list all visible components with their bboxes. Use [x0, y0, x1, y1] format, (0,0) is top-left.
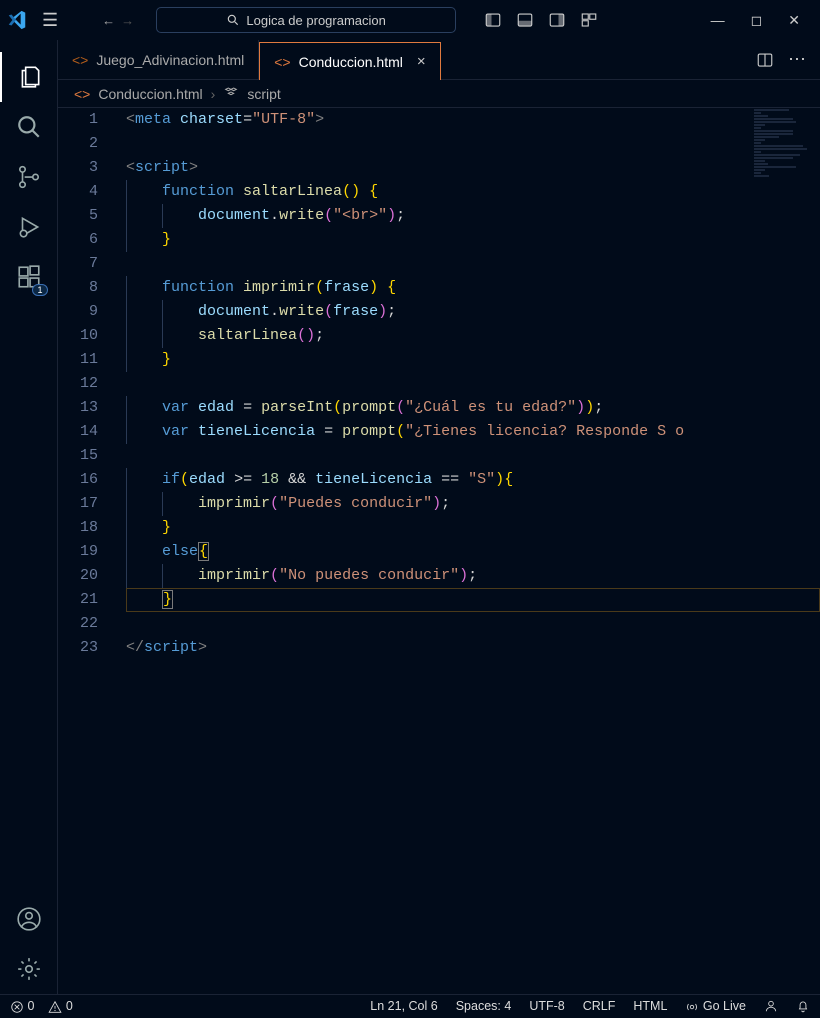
source-control-tab[interactable] [0, 152, 58, 202]
status-bar: 0 0 Ln 21, Col 6 Spaces: 4 UTF-8 CRLF HT… [0, 994, 820, 1018]
go-live-button[interactable]: Go Live [685, 999, 746, 1014]
explorer-tab[interactable] [0, 52, 58, 102]
indentation[interactable]: Spaces: 4 [456, 999, 512, 1013]
split-editor-icon[interactable] [756, 51, 774, 69]
breadcrumb-file[interactable]: Conduccion.html [98, 86, 202, 102]
panel-bottom-icon[interactable] [516, 11, 534, 29]
chevron-right-icon: › [211, 86, 216, 102]
vscode-logo-icon [6, 9, 28, 31]
activity-bar: 1 [0, 40, 58, 994]
extensions-badge: 1 [32, 284, 47, 296]
close-tab-icon[interactable]: × [417, 53, 426, 70]
notifications-icon[interactable] [796, 999, 810, 1013]
tab-conduccion[interactable]: <> Conduccion.html × [259, 42, 440, 80]
close-button[interactable]: ✕ [788, 12, 800, 29]
menu-button[interactable]: ☰ [36, 10, 64, 31]
extensions-tab[interactable]: 1 [0, 252, 58, 302]
code-content[interactable]: <meta charset="UTF-8"><script> function … [116, 108, 820, 994]
html-file-icon: <> [274, 54, 290, 70]
cursor-position[interactable]: Ln 21, Col 6 [370, 999, 437, 1013]
html-file-icon: <> [74, 86, 90, 102]
minimize-button[interactable]: — [711, 12, 725, 29]
minimap[interactable] [750, 108, 820, 994]
editor-tabs: <> Juego_Adivinacion.html <> Conduccion.… [58, 40, 820, 80]
eol[interactable]: CRLF [583, 999, 616, 1013]
run-debug-tab[interactable] [0, 202, 58, 252]
tab-juego-adivinacion[interactable]: <> Juego_Adivinacion.html [58, 40, 259, 79]
command-center-text: Logica de programacion [246, 13, 385, 28]
window-controls: — ◻ ✕ [711, 12, 814, 29]
layout-controls [484, 11, 598, 29]
more-actions-icon[interactable]: ⋯ [788, 49, 806, 70]
tab-label: Juego_Adivinacion.html [96, 52, 244, 68]
errors-indicator[interactable]: 0 [10, 999, 34, 1014]
symbol-icon [223, 84, 239, 103]
search-tab[interactable] [0, 102, 58, 152]
accounts-button[interactable] [0, 894, 58, 944]
panel-left-icon[interactable] [484, 11, 502, 29]
maximize-button[interactable]: ◻ [751, 12, 763, 29]
settings-button[interactable] [0, 944, 58, 994]
code-editor[interactable]: 1234567891011121314151617181920212223 <m… [58, 108, 820, 994]
nav-back-button[interactable]: ← [102, 13, 115, 28]
panel-right-icon[interactable] [548, 11, 566, 29]
nav-arrows: ← → [102, 13, 134, 28]
line-numbers: 1234567891011121314151617181920212223 [58, 108, 116, 994]
search-icon [226, 13, 240, 27]
remote-icon[interactable] [764, 999, 778, 1013]
breadcrumb-symbol[interactable]: script [247, 86, 280, 102]
title-bar: ☰ ← → Logica de programacion — ◻ ✕ [0, 0, 820, 40]
warnings-indicator[interactable]: 0 [48, 999, 72, 1014]
html-file-icon: <> [72, 52, 88, 68]
tab-label: Conduccion.html [299, 54, 403, 70]
tab-actions: ⋯ [756, 40, 820, 79]
breadcrumb[interactable]: <> Conduccion.html › script [58, 80, 820, 108]
language-mode[interactable]: HTML [633, 999, 667, 1013]
nav-forward-button[interactable]: → [121, 13, 134, 28]
encoding[interactable]: UTF-8 [529, 999, 564, 1013]
customize-layout-icon[interactable] [580, 11, 598, 29]
command-center[interactable]: Logica de programacion [156, 7, 456, 33]
